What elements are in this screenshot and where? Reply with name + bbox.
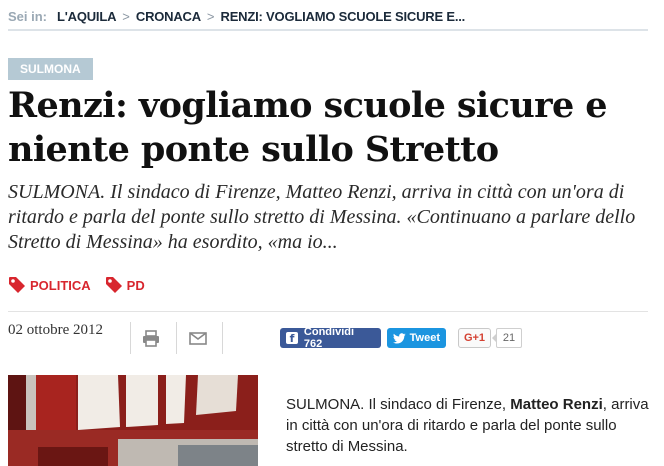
print-button[interactable] [141,329,161,347]
email-button[interactable] [188,329,208,347]
article-photo[interactable] [8,375,258,466]
tag-icon [105,277,122,293]
facebook-icon: f [286,332,298,345]
google-plus-count: 21 [492,328,522,348]
tag-icon [9,277,25,293]
divider [8,311,648,312]
tag-politica[interactable]: POLITICA [8,276,91,294]
print-icon [143,329,159,347]
toolbar-divider [176,322,177,354]
breadcrumb-item-laquila[interactable]: L'AQUILA [57,9,116,24]
tweet-button[interactable]: Tweet [387,328,446,348]
article-body-intro: SULMONA. Il sindaco di Firenze, [286,396,511,413]
breadcrumb-item-current: RENZI: VOGLIAMO SCUOLE SICURE E... [220,8,466,24]
google-plus-button[interactable]: G+1 [458,328,491,348]
toolbar-divider [130,322,131,354]
article-body: SULMONA. Il sindaco di Firenze, Matteo R… [286,394,652,457]
tag-label: POLITICA [30,277,91,293]
mail-icon [189,331,207,345]
breadcrumb-item-cronaca[interactable]: CRONACA [136,9,201,24]
page-title: Renzi: vogliamo scuole sicure e niente p… [8,85,608,170]
person-link[interactable]: Matteo Renzi [510,396,603,413]
section-tag[interactable]: SULMONA [8,58,93,80]
publish-date: 02 ottobre 2012 [8,322,103,338]
toolbar-divider [222,322,223,354]
breadcrumb-separator: > [206,8,215,24]
breadcrumb-separator: > [122,8,130,24]
twitter-bird-icon [393,332,406,344]
tweet-label: Tweet [409,332,440,344]
tag-list: POLITICA PD [8,276,145,294]
breadcrumb-prefix: Sei in: [8,8,48,24]
facebook-share-label: Condividi 762 [303,326,355,350]
tag-pd[interactable]: PD [105,276,145,294]
breadcrumb: Sei in: L'AQUILA > CRONACA > RENZI: VOGL… [8,7,648,31]
article-summary: SULMONA. Il sindaco di Firenze, Matteo R… [8,181,636,253]
article-image [8,375,258,466]
tag-label: PD [126,277,145,293]
facebook-share-button[interactable]: f Condividi 762 [280,326,381,350]
